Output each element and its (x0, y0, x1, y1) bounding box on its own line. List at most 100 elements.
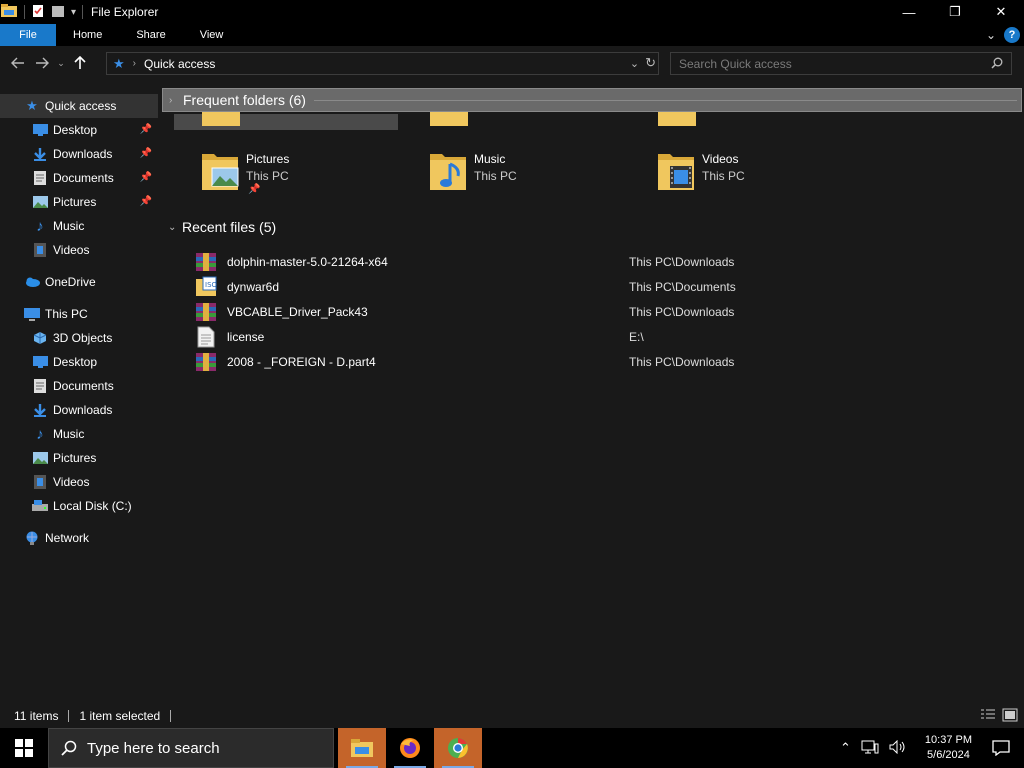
taskbar-search-box[interactable]: Type here to search (48, 728, 334, 768)
sidebar-item-desktop-pc[interactable]: Desktop (0, 350, 158, 374)
computer-icon (24, 306, 40, 322)
breadcrumb-chevron-icon[interactable]: › (133, 58, 136, 69)
expand-ribbon-icon[interactable]: ⌄ (986, 28, 996, 42)
content-pane: › Frequent folders (6) Pictures This PC … (160, 86, 1024, 704)
taskbar-file-explorer[interactable] (338, 728, 386, 768)
taskbar-chrome[interactable] (434, 728, 482, 768)
sidebar-item-label: Documents (53, 171, 114, 185)
frequent-folder-tile[interactable]: Videos This PC (656, 148, 884, 204)
firefox-icon (400, 738, 420, 758)
taskbar-firefox[interactable] (386, 728, 434, 768)
sidebar-item-quick-access[interactable]: ★ Quick access (0, 94, 158, 118)
windows-logo-icon (15, 739, 33, 757)
recent-file-name: license (227, 330, 265, 344)
sidebar-item-desktop[interactable]: Desktop 📌 (0, 118, 158, 142)
selection-count: 1 item selected (79, 709, 161, 723)
folder-name: Music (474, 152, 506, 166)
network-status-icon[interactable] (861, 740, 879, 757)
recent-files-header[interactable]: ⌄ Recent files (5) (162, 215, 1022, 239)
tab-view[interactable]: View (183, 24, 241, 46)
refresh-icon[interactable]: ↻ (645, 55, 656, 71)
sidebar-item-videos-pc[interactable]: Videos (0, 470, 158, 494)
frequent-folder-tile[interactable]: Music This PC (428, 148, 656, 204)
folder-icon (658, 112, 696, 126)
recent-file-row[interactable]: VBCABLE_Driver_Pack43 This PC\Downloads (194, 300, 994, 324)
sidebar-item-3d-objects[interactable]: 3D Objects (0, 326, 158, 350)
status-bar: 11 items 1 item selected (0, 704, 1024, 728)
taskbar-search-input[interactable]: Type here to search (87, 740, 220, 757)
minimize-button[interactable]: — (886, 0, 932, 24)
text-file-icon (194, 325, 218, 349)
explorer-app-icon[interactable] (0, 3, 18, 22)
sidebar-item-documents[interactable]: Documents 📌 (0, 166, 158, 190)
frequent-folder-tile[interactable]: Pictures This PC 📌 (200, 148, 428, 204)
sidebar-item-music[interactable]: ♪ Music (0, 214, 158, 238)
customize-toolbar-icon[interactable]: ▾ (71, 7, 76, 18)
recent-file-row[interactable]: ISO dynwar6d This PC\Documents (194, 275, 994, 299)
volume-icon[interactable] (889, 739, 907, 757)
pin-icon: 📌 (139, 148, 152, 159)
group-divider (313, 99, 1017, 101)
3d-objects-icon (32, 330, 48, 346)
new-folder-icon[interactable] (51, 4, 65, 21)
sidebar-item-local-disk[interactable]: Local Disk (C:) (0, 494, 158, 518)
sidebar-item-this-pc[interactable]: This PC (0, 302, 158, 326)
recent-file-row[interactable]: license E:\ (194, 325, 994, 349)
search-icon[interactable] (991, 57, 1003, 72)
recent-file-row[interactable]: 2008 - _FOREIGN - D.part4 This PC\Downlo… (194, 350, 994, 374)
folder-icon (430, 112, 468, 126)
navigation-bar: ⌄ ★ › Quick access ⌄ ↻ Search Quick acce… (0, 46, 1024, 80)
sidebar-item-pictures[interactable]: Pictures 📌 (0, 190, 158, 214)
up-button[interactable] (68, 51, 92, 75)
up-arrow-icon (74, 56, 86, 69)
search-input[interactable]: Search Quick access (679, 57, 792, 71)
help-button[interactable]: ? (1004, 27, 1020, 43)
breadcrumb-quick-access[interactable]: Quick access (144, 57, 215, 71)
pin-icon: 📌 (139, 196, 152, 207)
address-dropdown-icon[interactable]: ⌄ (630, 57, 639, 70)
sidebar-item-pictures-pc[interactable]: Pictures (0, 446, 158, 470)
action-center-button[interactable] (978, 728, 1024, 768)
sidebar-item-music-pc[interactable]: ♪ Music (0, 422, 158, 446)
recent-file-path: E:\ (629, 330, 644, 344)
sidebar-item-network[interactable]: Network (0, 526, 158, 550)
window-controls: — ❐ ✕ (886, 0, 1024, 24)
sidebar-item-label: Videos (53, 475, 90, 489)
sidebar-item-onedrive[interactable]: OneDrive (0, 270, 158, 294)
maximize-button[interactable]: ❐ (932, 0, 978, 24)
tab-home[interactable]: Home (56, 24, 119, 46)
large-icons-view-icon[interactable] (1002, 708, 1018, 725)
documents-icon (32, 170, 48, 186)
sidebar-item-downloads-pc[interactable]: Downloads (0, 398, 158, 422)
desktop-icon (32, 354, 48, 370)
search-box[interactable]: Search Quick access (670, 52, 1012, 75)
toolbar-separator (82, 5, 84, 19)
sidebar-item-label: Quick access (45, 99, 117, 113)
recent-locations-button[interactable]: ⌄ (54, 51, 68, 75)
title-bar: ▾ File Explorer — ❐ ✕ (0, 0, 1024, 24)
tab-share[interactable]: Share (119, 24, 182, 46)
address-bar[interactable]: ★ › Quick access ⌄ ↻ (106, 52, 659, 75)
music-icon: ♪ (36, 425, 44, 443)
recent-file-row[interactable]: dolphin-master-5.0-21264-x64 This PC\Dow… (194, 250, 994, 274)
frequent-folders-header[interactable]: › Frequent folders (6) (162, 88, 1022, 112)
properties-icon[interactable] (31, 4, 45, 21)
sidebar-item-documents-pc[interactable]: Documents (0, 374, 158, 398)
winrar-archive-icon (194, 300, 218, 324)
tab-file[interactable]: File (0, 24, 56, 46)
pictures-icon (32, 194, 48, 210)
close-button[interactable]: ✕ (978, 0, 1024, 24)
forward-button[interactable] (30, 51, 54, 75)
downloads-icon (32, 146, 48, 162)
sidebar-item-label: Documents (53, 379, 114, 393)
clock[interactable]: 10:37 PM 5/6/2024 (925, 733, 972, 763)
back-button[interactable] (6, 51, 30, 75)
winrar-archive-icon (194, 250, 218, 274)
sidebar-item-videos[interactable]: Videos (0, 238, 158, 262)
details-view-icon[interactable] (980, 708, 996, 725)
sidebar-item-downloads[interactable]: Downloads 📌 (0, 142, 158, 166)
sidebar-item-label: Downloads (53, 403, 113, 417)
sidebar-item-label: 3D Objects (53, 331, 113, 345)
start-button[interactable] (0, 728, 48, 768)
show-hidden-icons-icon[interactable]: ⌃ (840, 740, 851, 756)
